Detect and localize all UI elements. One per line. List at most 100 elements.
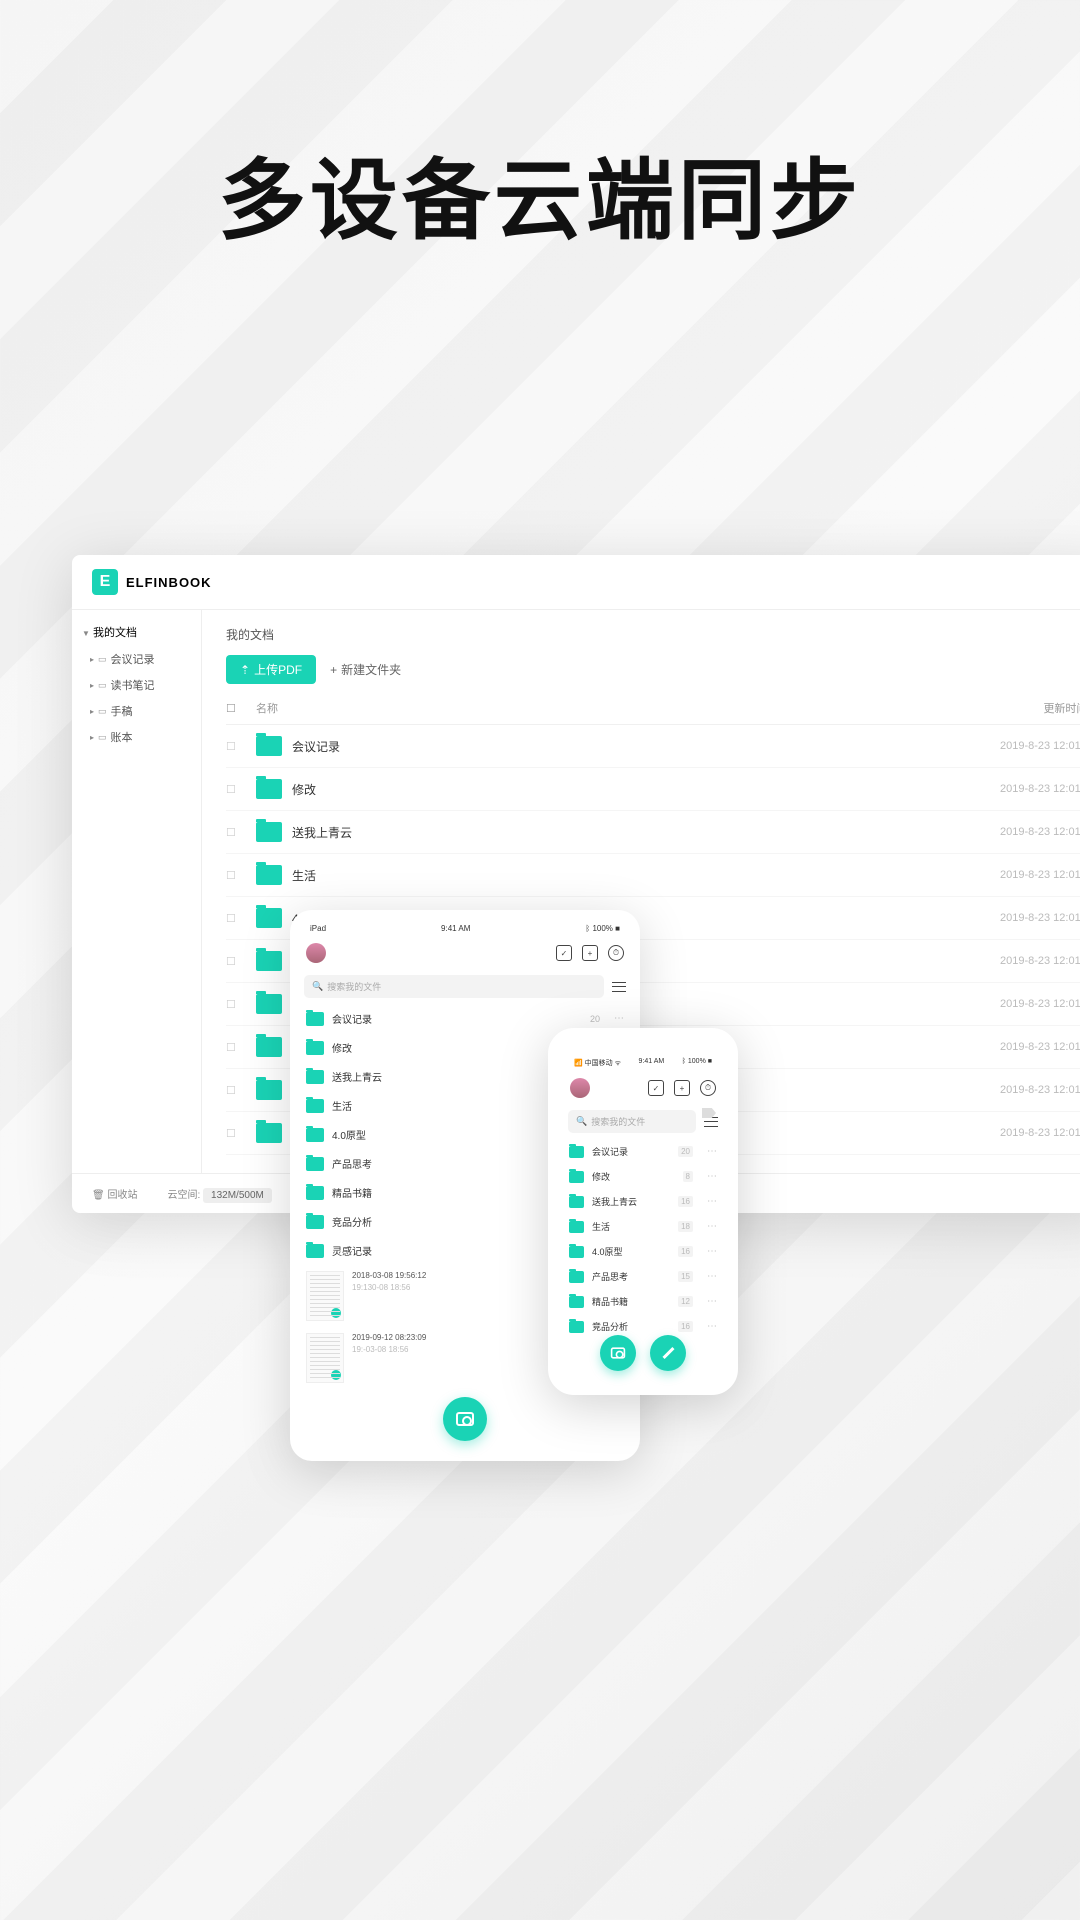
- folder-row[interactable]: 送我上青云 16 ⋯: [568, 1189, 718, 1214]
- file-name: 修改: [292, 781, 316, 798]
- status-battery: 100%: [592, 924, 612, 933]
- more-icon[interactable]: ⋯: [707, 1321, 717, 1332]
- more-icon[interactable]: ⋯: [614, 1013, 624, 1024]
- camera-fab[interactable]: [600, 1335, 636, 1371]
- file-row[interactable]: ☐ 送我上青云 2019-8-23 12:01:23: [226, 811, 1080, 854]
- folder-name: 会议记录: [332, 1011, 582, 1026]
- clock-icon[interactable]: ⏱: [608, 945, 624, 961]
- sidebar-item-label: 会议记录: [111, 651, 155, 667]
- col-time[interactable]: 更新时间 ↓: [966, 700, 1080, 716]
- note-date: 2018-03-08 19:56:12: [352, 1271, 426, 1280]
- menu-icon[interactable]: [612, 982, 626, 992]
- search-input[interactable]: 🔍 搜索我的文件: [304, 975, 604, 998]
- row-checkbox[interactable]: ☐: [226, 740, 256, 753]
- folder-icon: [256, 1037, 282, 1057]
- folder-icon: [306, 1041, 324, 1055]
- file-name: 生活: [292, 867, 316, 884]
- folder-icon: [569, 1146, 584, 1158]
- row-checkbox[interactable]: ☐: [226, 826, 256, 839]
- tablet-header: ✓ + ⏱: [304, 937, 626, 969]
- folder-name: 生活: [592, 1220, 670, 1233]
- folder-icon: [306, 1128, 324, 1142]
- menu-icon[interactable]: [704, 1117, 718, 1127]
- folder-icon: [306, 1215, 324, 1229]
- check-icon[interactable]: ✓: [556, 945, 572, 961]
- folder-icon: [306, 1099, 324, 1113]
- file-time: 2019-8-23 12:01:23: [966, 912, 1080, 924]
- check-icon[interactable]: ✓: [648, 1080, 664, 1096]
- folder-icon: [256, 1080, 282, 1100]
- phone-status-bar: 📶 中国移动 ᯤ 9:41 AM ᛒ 100% ■: [568, 1054, 718, 1072]
- new-folder-label: 新建文件夹: [341, 661, 401, 678]
- folder-row[interactable]: 修改 8 ⋯: [568, 1164, 718, 1189]
- col-name[interactable]: 名称: [256, 700, 966, 716]
- sidebar-item-reading[interactable]: ▸▭读书笔记: [72, 672, 201, 698]
- sidebar-item-ledger[interactable]: ▸▭账本: [72, 724, 201, 750]
- row-checkbox[interactable]: ☐: [226, 869, 256, 882]
- add-icon[interactable]: +: [582, 945, 598, 961]
- folder-icon: [256, 865, 282, 885]
- folder-count: 8: [683, 1171, 693, 1182]
- folder-row[interactable]: 生活 18 ⋯: [568, 1214, 718, 1239]
- folder-name: 会议记录: [592, 1145, 670, 1158]
- edit-fab[interactable]: [650, 1335, 686, 1371]
- row-checkbox[interactable]: ☐: [226, 912, 256, 925]
- folder-icon: [569, 1196, 584, 1208]
- sidebar-item-draft[interactable]: ▸▭手稿: [72, 698, 201, 724]
- row-checkbox[interactable]: ☐: [226, 1041, 256, 1054]
- folder-row[interactable]: 会议记录 20 ⋯: [568, 1139, 718, 1164]
- more-icon[interactable]: ⋯: [707, 1246, 717, 1257]
- folder-icon: [256, 779, 282, 799]
- folder-name: 修改: [592, 1170, 675, 1183]
- breadcrumb[interactable]: 我的文档: [226, 626, 1080, 643]
- folder-icon: [256, 994, 282, 1014]
- more-icon[interactable]: ⋯: [707, 1271, 717, 1282]
- clock-icon[interactable]: ⏱: [700, 1080, 716, 1096]
- select-all-checkbox[interactable]: ☐: [226, 702, 256, 715]
- status-time: 9:41 AM: [441, 924, 470, 933]
- more-icon[interactable]: ⋯: [707, 1146, 717, 1157]
- file-name: 送我上青云: [292, 824, 352, 841]
- row-checkbox[interactable]: ☐: [226, 955, 256, 968]
- file-row[interactable]: ☐ 会议记录 2019-8-23 12:01:23: [226, 725, 1080, 768]
- more-icon[interactable]: ⋯: [707, 1196, 717, 1207]
- file-row[interactable]: ☐ 修改 2019-8-23 12:01:23: [226, 768, 1080, 811]
- folder-icon: [569, 1221, 584, 1233]
- upload-pdf-button[interactable]: ⇡ 上传PDF: [226, 655, 316, 684]
- more-icon[interactable]: ⋯: [707, 1296, 717, 1307]
- row-checkbox[interactable]: ☐: [226, 998, 256, 1011]
- folder-icon: [256, 822, 282, 842]
- row-checkbox[interactable]: ☐: [226, 1127, 256, 1140]
- avatar[interactable]: [570, 1078, 590, 1098]
- row-checkbox[interactable]: ☐: [226, 783, 256, 796]
- add-icon[interactable]: +: [674, 1080, 690, 1096]
- file-time: 2019-8-23 12:01:23: [966, 740, 1080, 752]
- more-icon[interactable]: ⋯: [707, 1221, 717, 1232]
- folder-row[interactable]: 产品思考 15 ⋯: [568, 1264, 718, 1289]
- folder-row[interactable]: 4.0原型 16 ⋯: [568, 1239, 718, 1264]
- folder-icon: [306, 1157, 324, 1171]
- camera-fab[interactable]: [443, 1397, 487, 1441]
- more-icon[interactable]: ⋯: [707, 1171, 717, 1182]
- folder-icon: [569, 1321, 584, 1333]
- sidebar-root-label: 我的文档: [93, 627, 137, 639]
- folder-count: 18: [678, 1221, 693, 1232]
- folder-icon: [256, 951, 282, 971]
- search-input[interactable]: 🔍 搜索我的文件: [568, 1110, 696, 1133]
- folder-row[interactable]: 精品书籍 12 ⋯: [568, 1289, 718, 1314]
- trash-link[interactable]: 🗑 回收站: [92, 1186, 137, 1201]
- folder-name: 竞品分析: [592, 1320, 670, 1333]
- sidebar-item-meeting[interactable]: ▸▭会议记录: [72, 646, 201, 672]
- sidebar-root[interactable]: ▼ 我的文档: [72, 618, 201, 646]
- camera-icon: [611, 1347, 625, 1358]
- row-checkbox[interactable]: ☐: [226, 1084, 256, 1097]
- new-folder-button[interactable]: + 新建文件夹: [330, 655, 401, 684]
- search-placeholder: 搜索我的文件: [591, 1115, 645, 1128]
- synced-icon: [331, 1370, 341, 1380]
- avatar[interactable]: [306, 943, 326, 963]
- table-header: ☐ 名称 更新时间 ↓: [226, 692, 1080, 725]
- folder-count: 16: [678, 1196, 693, 1207]
- file-time: 2019-8-23 12:01:23: [966, 783, 1080, 795]
- pencil-icon: [662, 1347, 674, 1359]
- file-row[interactable]: ☐ 生活 2019-8-23 12:01:23: [226, 854, 1080, 897]
